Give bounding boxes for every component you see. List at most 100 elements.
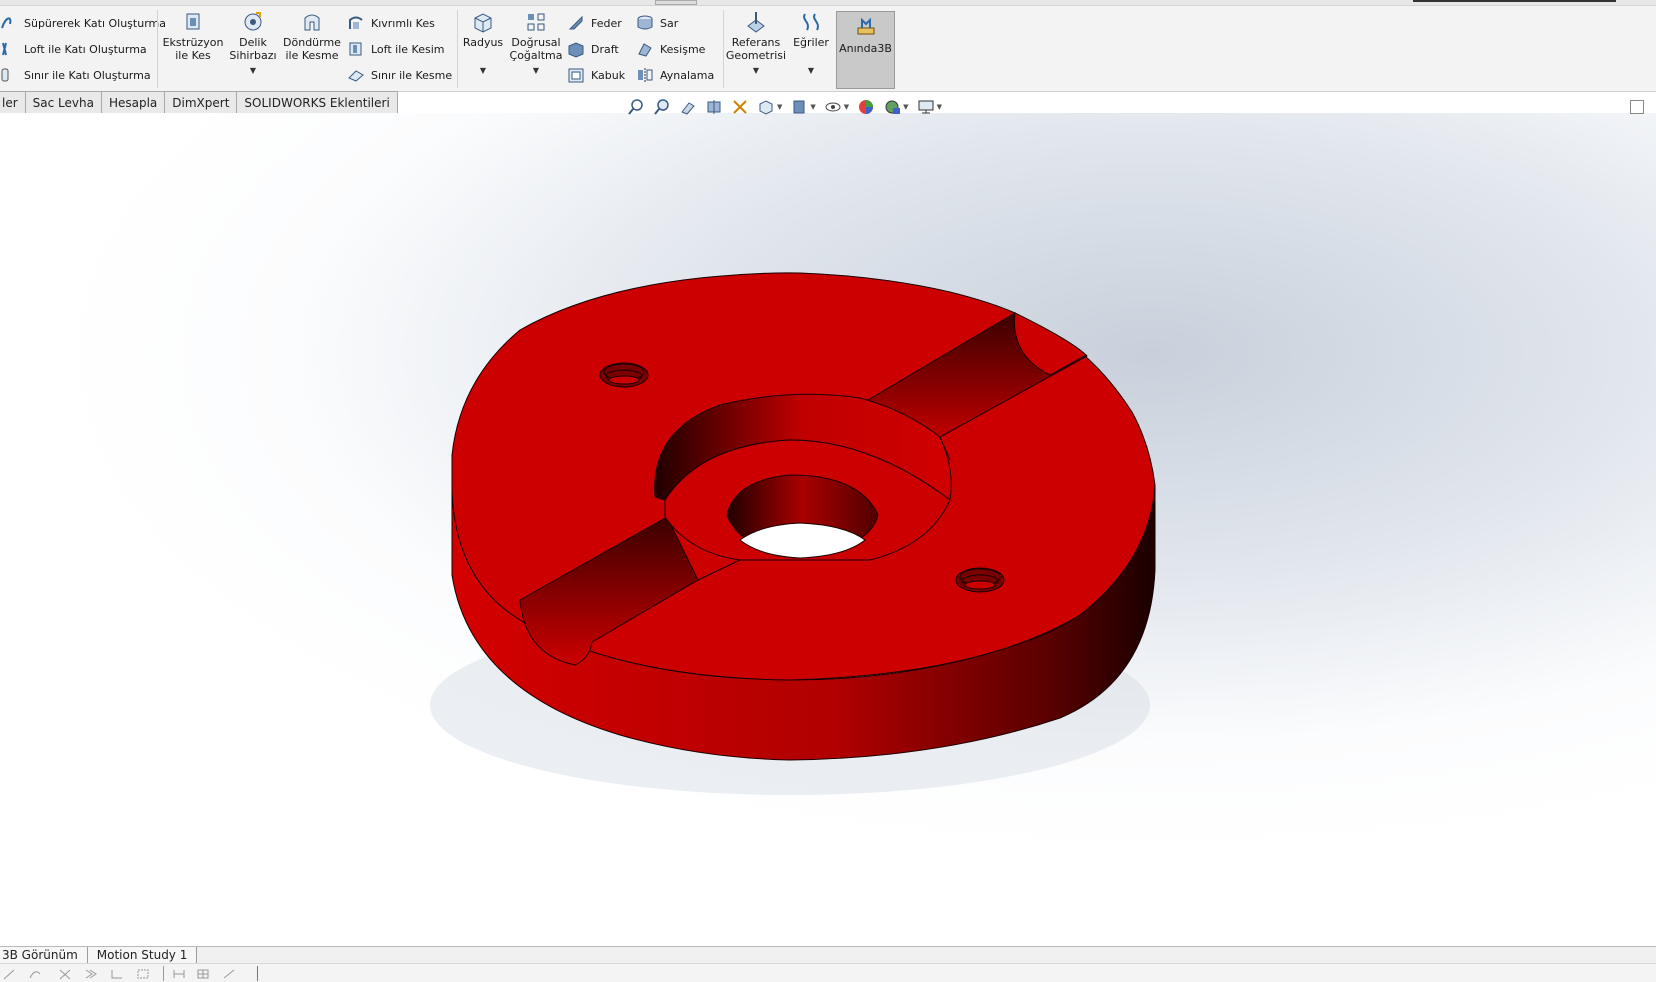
wrap-icon: [637, 15, 653, 30]
reference-geometry-dropdown-icon[interactable]: ▼: [753, 64, 759, 77]
curves-label: Eğriler: [793, 36, 829, 49]
extruded-cut-button[interactable]: Ekstrüzyon ile Kes: [163, 10, 223, 62]
corner-icon[interactable]: [110, 968, 124, 980]
hole-wizard-label-1: Delik: [239, 36, 267, 49]
previous-view-icon[interactable]: [677, 97, 699, 117]
hole-wizard-dropdown-icon[interactable]: ▼: [250, 64, 256, 77]
hole-wizard-label-2: Sihirbazı: [229, 49, 277, 62]
sweep-boss-button[interactable]: Süpürerek Katı Oluşturma: [0, 11, 166, 35]
fillet-button[interactable]: Radyus ▼: [460, 10, 506, 77]
title-strip: [0, 0, 1656, 6]
intersect-icon: [638, 43, 652, 57]
extruded-cut-label-2: ile Kes: [175, 49, 211, 62]
wrap-button[interactable]: Sar: [636, 11, 678, 35]
reference-geometry-icon: [747, 12, 765, 33]
apply-scene-icon[interactable]: [881, 97, 903, 117]
view-orientation-icon[interactable]: [755, 97, 777, 117]
zoom-to-area-icon[interactable]: [651, 97, 673, 117]
rib-label: Feder: [591, 16, 622, 30]
swept-cut-label: Kıvrımlı Kes: [371, 16, 435, 30]
wrap-label: Sar: [660, 16, 679, 30]
swept-cut-button[interactable]: Kıvrımlı Kes: [347, 11, 435, 35]
draft-button[interactable]: Draft: [567, 37, 619, 61]
tab-motion-study-1[interactable]: Motion Study 1: [87, 947, 198, 963]
apply-scene-dropdown-icon[interactable]: ▼: [903, 103, 908, 111]
view-settings-icon[interactable]: [915, 97, 937, 117]
lofted-cut-icon: [349, 42, 362, 56]
dynamic-annotation-icon[interactable]: [729, 97, 751, 117]
graphics-area[interactable]: [0, 113, 1656, 946]
swept-cut-icon: [349, 16, 363, 29]
angle-icon[interactable]: [222, 968, 236, 980]
rib-button[interactable]: Feder: [567, 11, 622, 35]
rotate-icon[interactable]: [28, 968, 42, 980]
view-settings-dropdown-icon[interactable]: ▼: [937, 103, 942, 111]
status-bar: [0, 963, 1656, 982]
revolved-cut-label-1: Döndürme: [283, 36, 341, 49]
tab-evaluate[interactable]: Hesapla: [101, 91, 166, 114]
curves-icon: [803, 13, 819, 31]
boundary-cut-label: Sınır ile Kesme: [371, 68, 453, 82]
draft-label: Draft: [591, 42, 619, 56]
quick-access-control[interactable]: [655, 0, 697, 5]
tab-solidworks-addins[interactable]: SOLIDWORKS Eklentileri: [237, 91, 398, 114]
box-select-icon[interactable]: [136, 968, 150, 980]
reference-geometry-button[interactable]: Referans Geometrisi ▼: [726, 10, 786, 77]
loft-boss-button[interactable]: Loft ile Katı Oluşturma: [0, 37, 147, 61]
sweep-icon: [1, 17, 12, 29]
loft-icon: [2, 42, 7, 56]
tab-3d-view[interactable]: 3B Görünüm: [0, 947, 88, 963]
mirror-icon: [638, 68, 653, 82]
boundary-cut-button[interactable]: Sınır ile Kesme: [347, 63, 452, 87]
reference-geometry-label-1: Referans: [731, 36, 781, 49]
grid-icon[interactable]: [196, 968, 210, 980]
sketch-line-icon[interactable]: [2, 968, 16, 980]
linear-pattern-label-2: Çoğaltma: [509, 49, 563, 62]
boundary-icon: [1, 68, 9, 82]
revolved-cut-icon: [304, 14, 320, 31]
fillet-label: Radyus: [462, 36, 504, 49]
task-pane-toggle-icon[interactable]: [1630, 100, 1644, 114]
heads-up-view-toolbar: ▼ ▼ ▼ ▼ ▼: [625, 96, 948, 118]
hide-show-dropdown-icon[interactable]: ▼: [844, 103, 849, 111]
tab-sheet-metal[interactable]: Sac Levha: [25, 91, 102, 114]
tab-features-partial[interactable]: ler: [0, 91, 26, 114]
shell-button[interactable]: Kabuk: [567, 63, 625, 87]
boundary-boss-label: Sınır ile Katı Oluşturma: [24, 68, 151, 82]
edit-appearance-icon[interactable]: [855, 97, 877, 117]
ribbon-separator: [457, 10, 458, 88]
shell-icon: [568, 68, 584, 83]
hole-wizard-button[interactable]: Delik Sihirbazı ▼: [228, 10, 278, 77]
chevron-icon[interactable]: [84, 968, 98, 980]
part-model[interactable]: [0, 113, 1656, 946]
trim-icon[interactable]: [58, 968, 72, 980]
display-style-icon[interactable]: [788, 97, 810, 117]
linear-pattern-button[interactable]: Doğrusal Çoğaltma ▼: [508, 10, 564, 77]
instant3d-button[interactable]: Anında3B: [836, 11, 895, 89]
display-style-dropdown-icon[interactable]: ▼: [810, 103, 815, 111]
tapped-hole-left: [599, 362, 649, 388]
lofted-cut-button[interactable]: Loft ile Kesim: [347, 37, 444, 61]
instant3d-label: Anında3B: [839, 42, 892, 55]
instant3d-icon: [857, 17, 874, 35]
tab-dimxpert[interactable]: DimXpert: [165, 91, 238, 114]
section-view-icon[interactable]: [703, 97, 725, 117]
reference-geometry-label-2: Geometrisi: [725, 49, 787, 62]
boundary-boss-button[interactable]: Sınır ile Katı Oluşturma: [0, 63, 151, 87]
linear-pattern-dropdown-icon[interactable]: ▼: [533, 64, 539, 77]
fillet-dropdown-icon[interactable]: ▼: [480, 64, 486, 77]
linear-pattern-icon: [527, 13, 545, 31]
intersect-label: Kesişme: [660, 42, 706, 56]
mirror-button[interactable]: Aynalama: [636, 63, 714, 87]
curves-dropdown-icon[interactable]: ▼: [808, 64, 814, 77]
revolved-cut-button[interactable]: Döndürme ile Kesme: [283, 10, 341, 62]
search-box-edge[interactable]: [1413, 0, 1616, 2]
curves-button[interactable]: Eğriler ▼: [788, 10, 834, 77]
linear-pattern-label-1: Doğrusal: [511, 36, 561, 49]
view-orientation-dropdown-icon[interactable]: ▼: [777, 103, 782, 111]
dimension-icon[interactable]: [172, 968, 186, 980]
hide-show-items-icon[interactable]: [822, 97, 844, 117]
intersect-button[interactable]: Kesişme: [636, 37, 705, 61]
status-separator: [163, 966, 164, 981]
zoom-to-fit-icon[interactable]: [625, 97, 647, 117]
